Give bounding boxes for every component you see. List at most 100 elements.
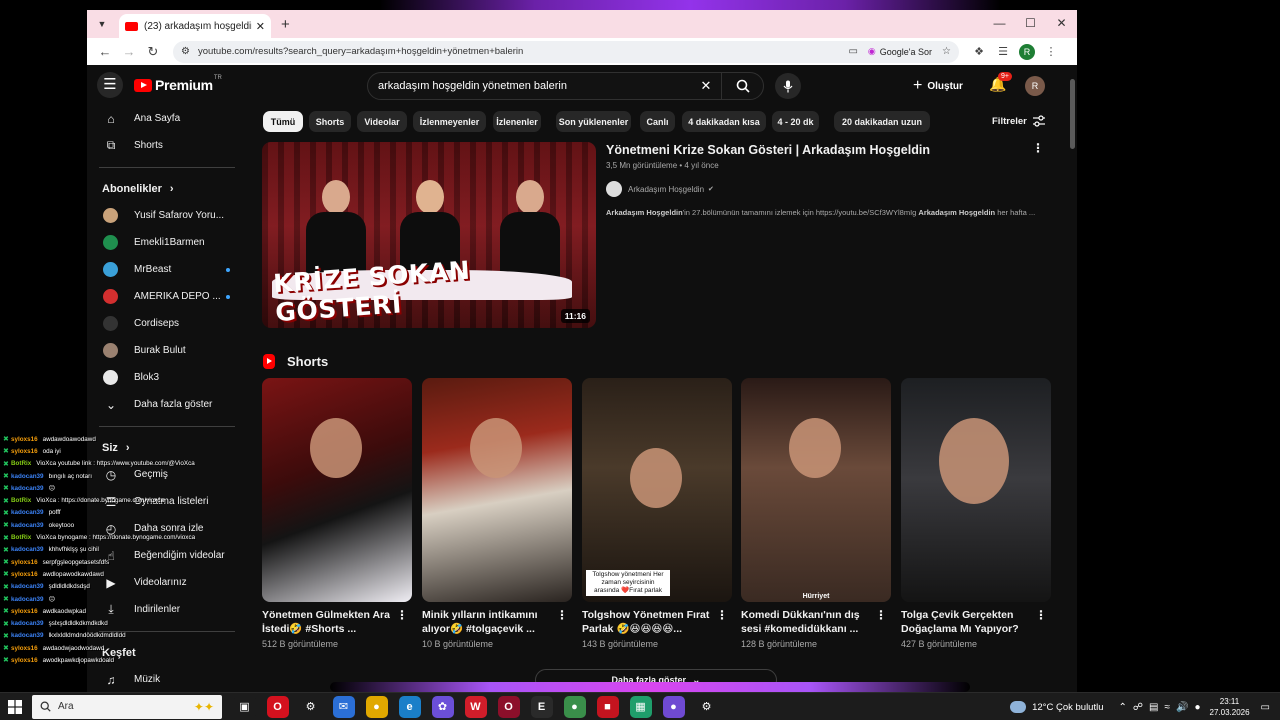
more-actions-icon[interactable]: ⋮ <box>1032 141 1044 155</box>
steam-like-icon[interactable]: ⚙ <box>299 695 322 718</box>
channel-link[interactable]: Arkadaşım Hoşgeldin ✔ <box>606 181 714 197</box>
short-thumbnail[interactable] <box>422 378 572 602</box>
epic-games-icon[interactable]: E <box>530 695 553 718</box>
chip-9[interactable]: 20 dakikadan uzun <box>834 111 930 132</box>
account-avatar[interactable]: R <box>1025 76 1045 96</box>
app-red2-icon[interactable]: ■ <box>596 695 619 718</box>
subscription-item[interactable]: AMERİKA DEPO ... <box>87 283 247 310</box>
profile-avatar[interactable]: R <box>1019 43 1035 60</box>
create-button[interactable]: + Oluştur <box>913 77 963 95</box>
chip-1[interactable]: Shorts <box>309 111 351 132</box>
media-control-icon[interactable]: ☰ <box>991 45 1015 58</box>
start-button[interactable] <box>0 693 30 720</box>
chrome-profile-icon[interactable]: ● <box>662 695 685 718</box>
address-bar[interactable]: ⚙ youtube.com/results?search_query=arkad… <box>173 40 959 63</box>
weather-widget[interactable]: 12°C Çok bulutlu <box>1010 701 1104 713</box>
more-actions-icon[interactable]: ⋮ <box>875 608 887 622</box>
short-thumbnail[interactable] <box>901 378 1051 602</box>
chip-6[interactable]: Canlı <box>640 111 675 132</box>
task-view-icon[interactable]: ▣ <box>233 695 256 718</box>
chip-8[interactable]: 4 - 20 dk <box>772 111 819 132</box>
more-actions-icon[interactable]: ⋮ <box>556 608 568 622</box>
reload-icon[interactable]: ↻ <box>141 44 165 60</box>
filters-button[interactable]: Filtreler <box>992 115 1046 127</box>
notifications-button[interactable]: 🔔 9+ <box>989 72 1012 93</box>
extensions-icon[interactable]: ❖ <box>967 45 991 58</box>
chip-2[interactable]: Videolar <box>357 111 407 132</box>
opera-icon[interactable]: O <box>266 695 289 718</box>
youtube-logo[interactable]: Premium TR <box>134 75 222 93</box>
network-icon[interactable]: ☍ <box>1133 702 1143 713</box>
subscriptions-header[interactable]: Abonelikler › <box>87 176 247 202</box>
forward-icon[interactable]: → <box>117 44 141 59</box>
sidebar-item-ana-sayfa[interactable]: ⌂ Ana Sayfa <box>87 105 247 132</box>
short-thumbnail[interactable]: Tolgshow yönetmeni Her zaman seyircisini… <box>582 378 732 602</box>
mail-icon[interactable]: ✉ <box>332 695 355 718</box>
chip-0[interactable]: Tümü <box>263 111 303 132</box>
short-title[interactable]: Tolga Çevik Gerçekten Doğaçlama Mı Yapıy… <box>901 608 1029 636</box>
page-scrollbar[interactable] <box>1068 65 1077 692</box>
edge-icon[interactable]: e <box>398 695 421 718</box>
subscription-item[interactable]: Cordiseps <box>87 310 247 337</box>
opera-gx-icon[interactable]: O <box>497 695 520 718</box>
search-button[interactable] <box>721 73 763 99</box>
notification-center-icon[interactable]: ▭ <box>1261 702 1270 713</box>
subscription-item[interactable]: Burak Bulut <box>87 337 247 364</box>
short-card[interactable]: Yönetmen Gülmekten Ara İstedi🤣 #Shorts .… <box>262 378 412 649</box>
show-more-button[interactable]: Daha fazla göster ⌄ <box>535 669 777 691</box>
more-actions-icon[interactable]: ⋮ <box>716 608 728 622</box>
search-input[interactable]: arkadaşım hoşgeldin yönetmen balerin <box>378 80 691 92</box>
video-title[interactable]: Yönetmeni Krize Sokan Gösteri | Arkadaşı… <box>606 143 930 157</box>
url-text[interactable]: youtube.com/results?search_query=arkadaş… <box>198 46 838 57</box>
ask-google-button[interactable]: ◉ Google'a Sor <box>868 46 932 57</box>
maximize-icon[interactable]: ☐ <box>1015 10 1046 38</box>
more-actions-icon[interactable]: ⋮ <box>396 608 408 622</box>
tab-search-dropdown[interactable]: ▼ <box>91 14 113 34</box>
short-title[interactable]: Tolgshow Yönetmen Fırat Parlak 🤣😆😆😆😆... <box>582 608 710 636</box>
short-card[interactable]: Hürriyet Komedi Dükkanı'nın dış sesi #kom… <box>741 378 891 649</box>
clear-search-icon[interactable]: ✕ <box>691 78 721 94</box>
chip-3[interactable]: İzlenmeyenler <box>413 111 486 132</box>
volume-icon[interactable]: 🔊 <box>1176 702 1188 713</box>
close-window-icon[interactable]: ✕ <box>1046 10 1077 38</box>
chip-4[interactable]: İzlenenler <box>493 111 541 132</box>
chip-7[interactable]: 4 dakikadan kısa <box>682 111 766 132</box>
bookmark-star-icon[interactable]: ☆ <box>942 46 951 57</box>
short-card[interactable]: Tolga Çevik Gerçekten Doğaçlama Mı Yapıy… <box>901 378 1051 649</box>
wifi-icon[interactable]: ≈ <box>1165 702 1171 713</box>
site-info-icon[interactable]: ⚙ <box>181 46 190 57</box>
new-tab-button[interactable]: + <box>281 16 290 33</box>
more-actions-icon[interactable]: ⋮ <box>1035 608 1047 622</box>
chip-5[interactable]: Son yüklenenler <box>556 111 631 132</box>
chevron-up-icon[interactable]: ⌃ <box>1119 702 1127 713</box>
short-thumbnail[interactable] <box>262 378 412 602</box>
short-card[interactable]: Minik yılların intikamını alıyor🤣 #tolga… <box>422 378 572 649</box>
short-card[interactable]: Tolgshow yönetmeni Her zaman seyircisini… <box>582 378 732 649</box>
voice-search-button[interactable] <box>775 73 801 99</box>
chrome-active-icon[interactable]: ● <box>563 695 586 718</box>
subscription-item[interactable]: Emekli1Barmen <box>87 229 247 256</box>
tab-close-icon[interactable]: ✕ <box>256 20 265 33</box>
show-more-subs[interactable]: ⌄ Daha fazla göster <box>87 391 247 418</box>
short-title[interactable]: Yönetmen Gülmekten Ara İstedi🤣 #Shorts .… <box>262 608 390 636</box>
app-green-icon[interactable]: ▦ <box>629 695 652 718</box>
back-icon[interactable]: ← <box>93 44 117 59</box>
settings-icon[interactable]: ⚙ <box>695 695 718 718</box>
mic-tray-icon[interactable]: ● <box>1194 702 1200 713</box>
browser-menu-icon[interactable]: ⋮ <box>1039 45 1063 58</box>
browser-tab[interactable]: (23) arkadaşım hoşgeldin yönet ✕ <box>119 14 271 38</box>
short-title[interactable]: Minik yılların intikamını alıyor🤣 #tolga… <box>422 608 550 636</box>
clock[interactable]: 23:11 27.03.2026 <box>1210 696 1250 718</box>
app-red-icon[interactable]: W <box>464 695 487 718</box>
minimize-icon[interactable]: — <box>984 10 1015 38</box>
subscription-item[interactable]: Yusif Safarov Yoru... <box>87 202 247 229</box>
subscription-item[interactable]: MrBeast <box>87 256 247 283</box>
display-icon[interactable]: ▤ <box>1149 702 1158 713</box>
chrome-icon[interactable]: ● <box>365 695 388 718</box>
scrollbar-thumb[interactable] <box>1070 79 1075 149</box>
copilot-icon[interactable]: ✿ <box>431 695 454 718</box>
menu-icon[interactable]: ☰ <box>97 72 123 98</box>
sidebar-item-shorts[interactable]: ⧉ Shorts <box>87 132 247 159</box>
subscription-item[interactable]: Blok3 <box>87 364 247 391</box>
video-thumbnail[interactable]: KRİZE SOKAN GÖSTERİ 11:16 <box>262 142 596 328</box>
